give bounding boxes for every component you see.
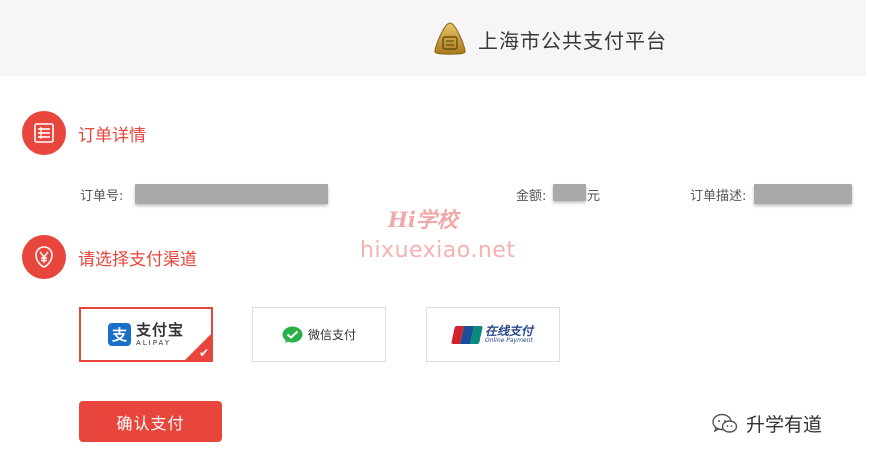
brand-watermark: 升学有道 bbox=[712, 410, 822, 437]
header-bar: 上海市公共支付平台 bbox=[0, 0, 866, 76]
list-icon bbox=[22, 111, 66, 155]
brand-watermark-text: 升学有道 bbox=[746, 414, 823, 436]
watermark-domain: hixuexiao.net bbox=[360, 238, 516, 263]
yen-icon bbox=[22, 235, 66, 279]
wechat-outline-icon bbox=[712, 413, 738, 433]
unionpay-name-cn: 在线支付 bbox=[484, 324, 533, 338]
amount-label: 金额: bbox=[516, 189, 547, 204]
header-title: 上海市公共支付平台 bbox=[478, 28, 667, 53]
unionpay-icon bbox=[451, 325, 483, 344]
pay-option-wechat[interactable]: 微信支付 bbox=[252, 307, 386, 362]
order-no-redacted bbox=[135, 184, 328, 204]
unionpay-logo: 在线支付 Online Payment bbox=[451, 325, 533, 344]
unionpay-text: 在线支付 Online Payment bbox=[485, 325, 533, 344]
wechat-icon bbox=[282, 326, 303, 343]
pay-option-unionpay[interactable]: 在线支付 Online Payment bbox=[426, 307, 560, 362]
alipay-name-cn: 支付宝 bbox=[135, 320, 184, 339]
order-desc-label: 订单描述: bbox=[690, 189, 747, 204]
platform-seal-icon bbox=[434, 22, 466, 55]
alipay-text: 支付宝 ALIPAY bbox=[135, 320, 184, 347]
wechat-name: 微信支付 bbox=[307, 328, 356, 342]
header-brand: 上海市公共支付平台 bbox=[432, 19, 667, 59]
alipay-logo: 支 支付宝 ALIPAY bbox=[107, 320, 184, 347]
order-section-header: 订单详情 bbox=[22, 111, 146, 155]
confirm-pay-button[interactable]: 确认支付 bbox=[79, 401, 222, 442]
check-icon: ✔ bbox=[198, 346, 209, 360]
alipay-name-en: ALIPAY bbox=[135, 338, 172, 347]
watermark-hi: Hi学校 bbox=[388, 207, 458, 232]
pay-section-title: 请选择支付渠道 bbox=[78, 249, 197, 270]
wechat-logo: 微信支付 bbox=[282, 326, 356, 344]
order-section-title: 订单详情 bbox=[78, 125, 146, 146]
amount-redacted bbox=[553, 184, 586, 201]
alipay-icon: 支 bbox=[107, 323, 131, 346]
pay-option-alipay[interactable]: 支 支付宝 ALIPAY ✔ bbox=[79, 307, 213, 362]
amount-unit: 元 bbox=[587, 189, 601, 204]
unionpay-name-en: Online Payment bbox=[484, 337, 533, 344]
order-desc-redacted bbox=[754, 184, 852, 204]
order-no-label: 订单号: bbox=[80, 189, 124, 204]
pay-section-header: 请选择支付渠道 bbox=[22, 235, 197, 279]
